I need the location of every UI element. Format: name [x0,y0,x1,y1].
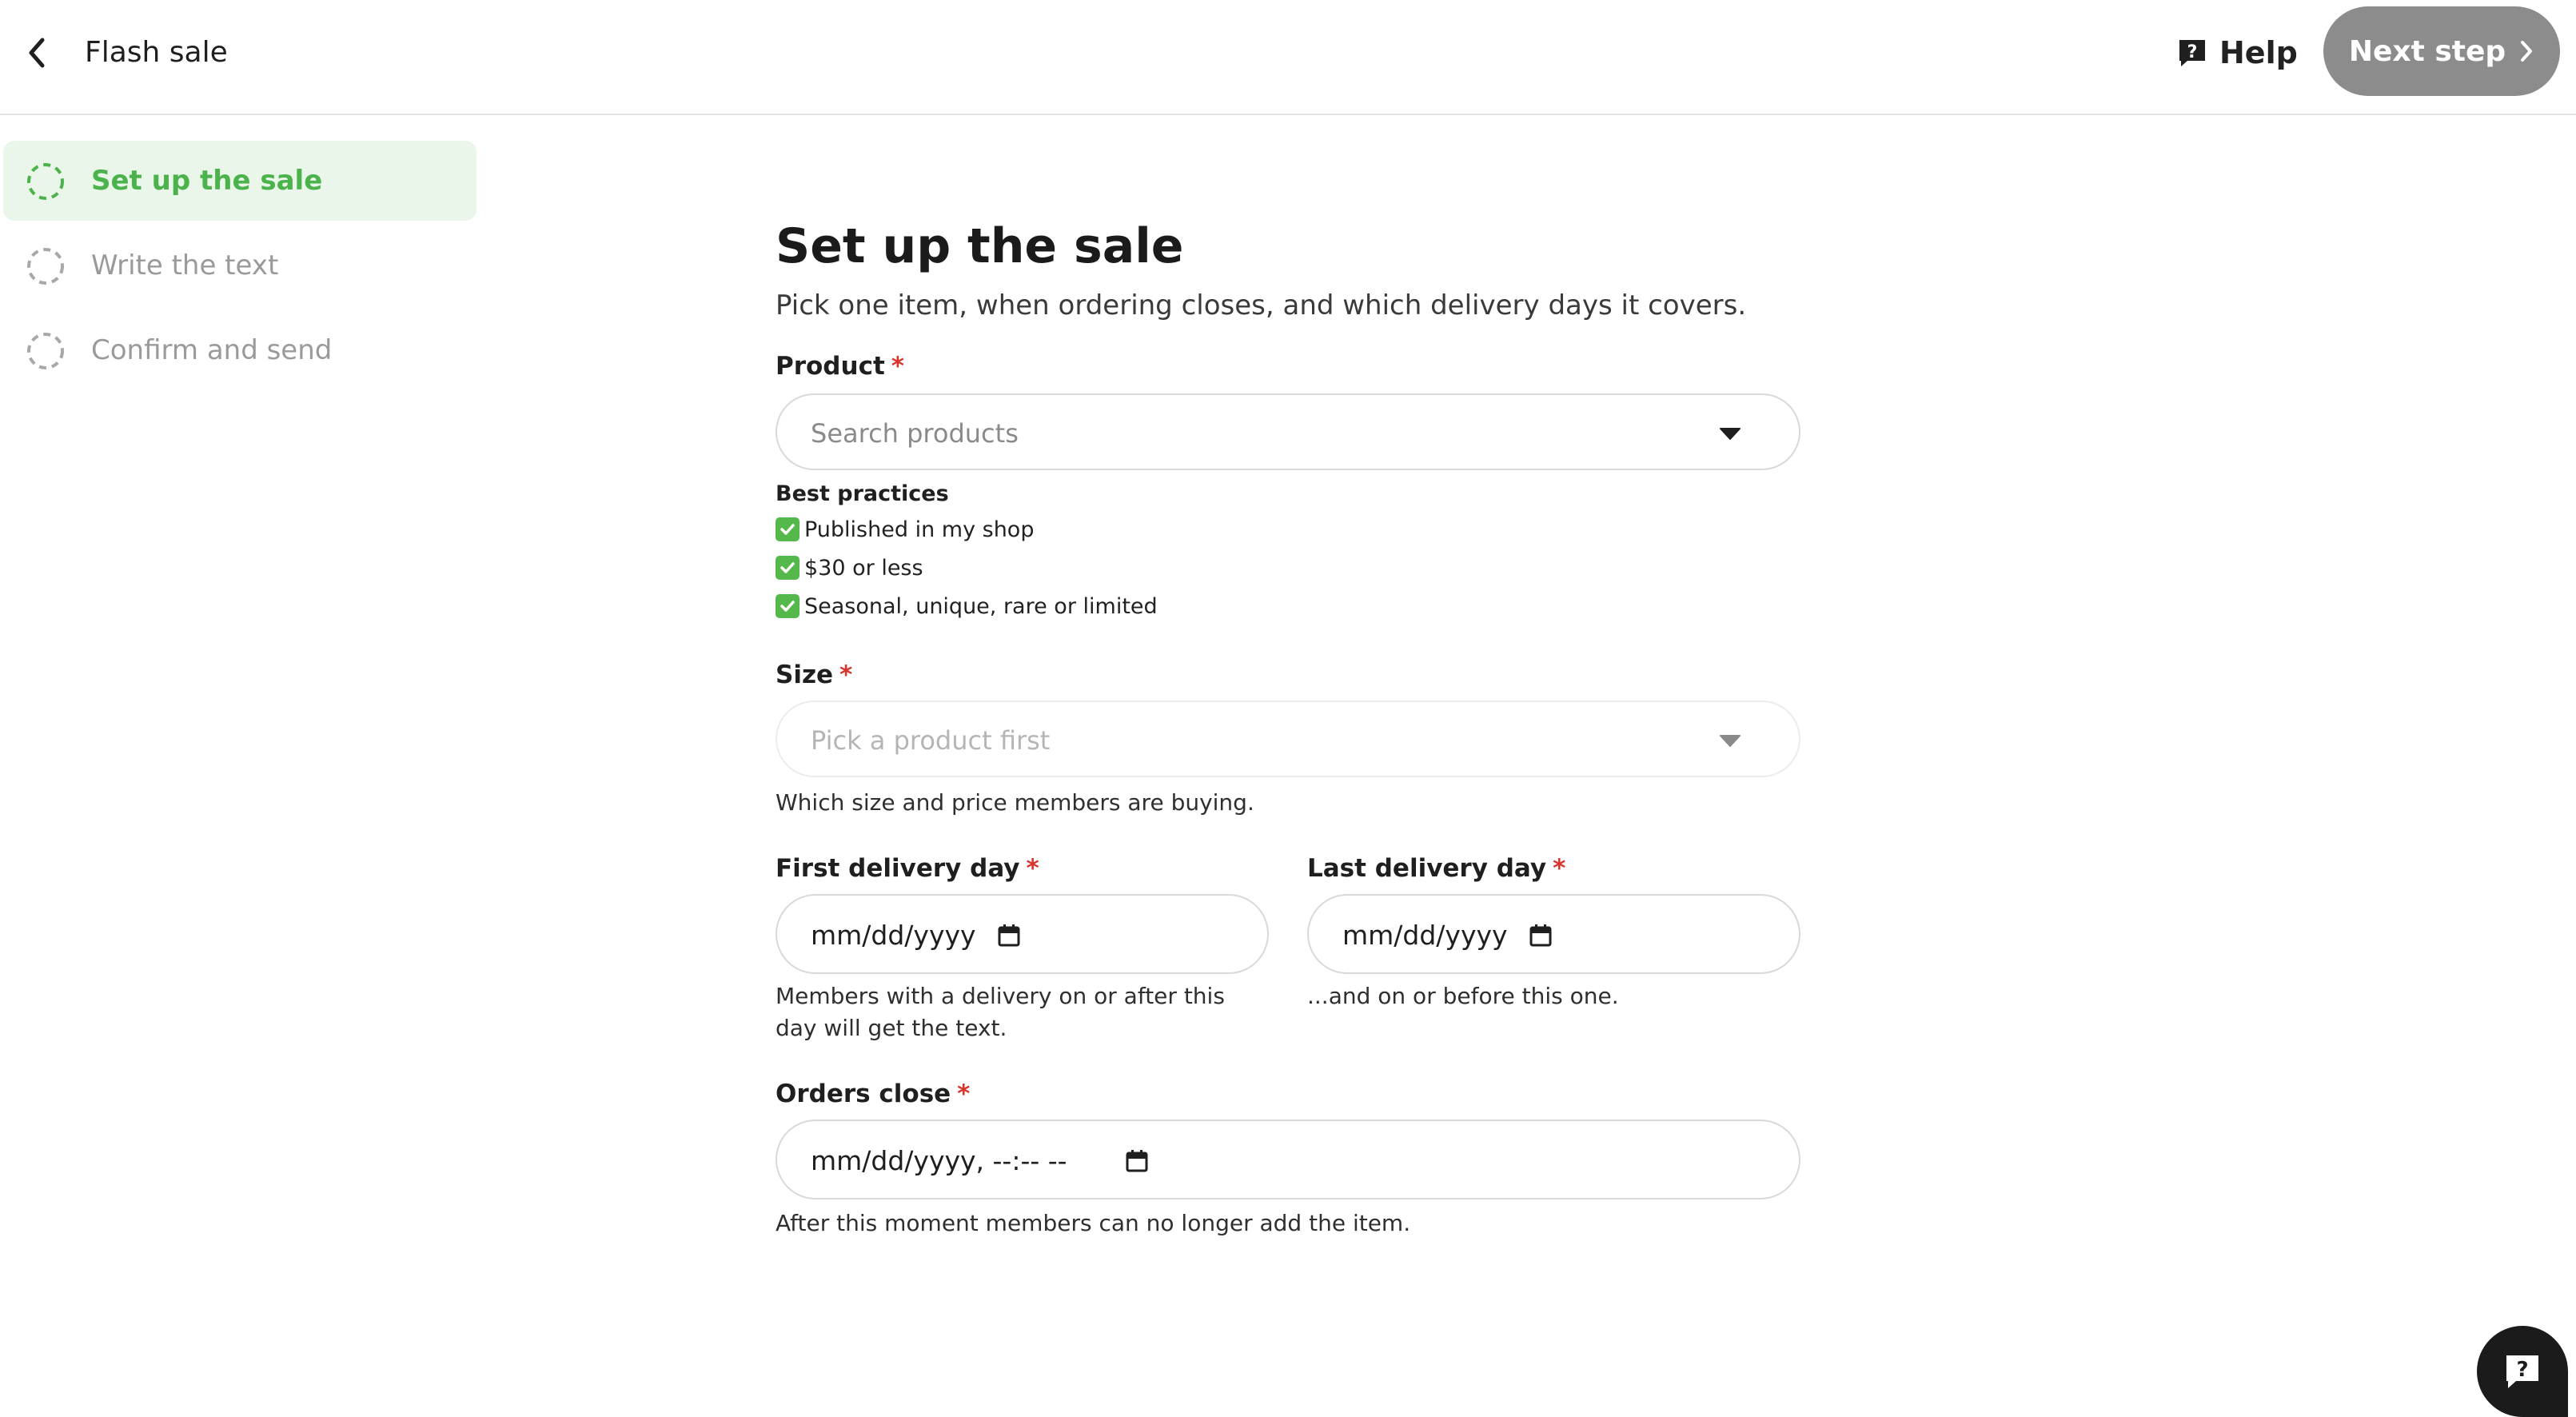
product-label: Product * [776,349,1800,384]
first-delivery-hint: Members with a delivery on or after this… [776,983,1225,1041]
chevron-right-icon [2521,41,2533,62]
check-mark-icon [776,556,800,580]
list-item: $30 or less [776,549,1800,587]
calendar-icon[interactable] [1528,923,1553,948]
first-delivery-label-text: First delivery day [776,854,1020,883]
first-delivery-field: First delivery day * mm/dd/yyyy Members w… [776,851,1269,1044]
step-set-up-the-sale[interactable]: Set up the sale [3,141,477,221]
last-delivery-hint: ...and on or before this one. [1307,983,1619,1009]
next-step-button[interactable]: Next step [2323,6,2560,96]
product-select-placeholder: Search products [811,418,1019,449]
step-write-the-text[interactable]: Write the text [3,226,477,305]
svg-text:?: ? [2187,42,2198,62]
page-header-title: Flash sale [85,36,228,69]
step-progress-circle-icon [27,333,64,369]
size-field: Size * Pick a product first Which size an… [776,657,1800,819]
first-delivery-date-input[interactable]: mm/dd/yyyy [776,894,1269,974]
step-confirm-and-send[interactable]: Confirm and send [3,310,477,390]
help-button[interactable]: ? Help [2176,29,2298,77]
required-marker: * [1026,854,1039,883]
calendar-icon[interactable] [1124,1148,1150,1174]
top-bar: Flash sale ? Help Next step [0,0,2576,115]
page-subtitle: Pick one item, when ordering closes, and… [776,289,1747,321]
orders-close-hint: After this moment members can no longer … [776,1210,1411,1236]
size-label: Size * [776,657,1800,693]
product-label-text: Product [776,352,885,381]
delivery-days-row: First delivery day * mm/dd/yyyy Members w… [776,851,1800,1044]
best-practice-text: $30 or less [804,555,923,581]
calendar-icon[interactable] [996,923,1022,948]
chevron-left-icon [29,38,45,68]
best-practice-text: Seasonal, unique, rare or limited [804,593,1158,619]
help-label: Help [2219,35,2298,70]
required-marker: * [1553,854,1566,883]
orders-close-datetime-input[interactable]: mm/dd/yyyy, --:-- -- [776,1120,1800,1199]
back-button[interactable] [16,32,58,74]
orders-close-field: Orders close * mm/dd/yyyy, --:-- -- After… [776,1076,1800,1239]
first-delivery-date-value: mm/dd/yyyy [811,920,976,951]
wizard-steps-sidebar: Set up the sale Write the text Confirm a… [0,141,480,395]
required-marker: * [839,661,853,689]
caret-down-icon [1720,735,1741,747]
size-select-placeholder: Pick a product first [811,725,1051,756]
last-delivery-date-input[interactable]: mm/dd/yyyy [1307,894,1800,974]
product-select[interactable]: Search products [776,393,1800,470]
step-progress-circle-icon [27,163,64,200]
last-delivery-label-text: Last delivery day [1307,854,1547,883]
best-practices-title: Best practices [776,481,949,506]
best-practices-list: Best practices Published in my shop $30 … [776,478,1800,625]
required-marker: * [891,352,904,381]
page-title: Set up the sale [776,218,1184,274]
last-delivery-field: Last delivery day * mm/dd/yyyy ...and on … [1307,851,1800,1044]
flash-sale-page: Flash sale ? Help Next step Set up the s… [0,0,2576,1417]
list-item: Seasonal, unique, rare or limited [776,587,1800,625]
required-marker: * [957,1080,971,1108]
help-icon: ? [2179,40,2205,66]
caret-down-icon [1720,428,1741,440]
step-label: Write the text [91,249,279,281]
check-mark-icon [776,594,800,618]
orders-close-datetime-value: mm/dd/yyyy, --:-- -- [811,1145,1067,1176]
orders-close-label-text: Orders close [776,1080,951,1108]
size-select[interactable]: Pick a product first [776,701,1800,777]
orders-close-label: Orders close * [776,1076,1800,1112]
last-delivery-label: Last delivery day * [1307,851,1800,886]
chat-help-icon: ? [2506,1355,2538,1388]
step-progress-circle-icon [27,248,64,285]
list-item: Published in my shop [776,510,1800,549]
next-step-label: Next step [2348,34,2506,68]
step-label: Confirm and send [91,334,333,366]
size-hint: Which size and price members are buying. [776,789,1254,816]
step-label: Set up the sale [91,165,323,197]
size-label-text: Size [776,661,834,689]
first-delivery-label: First delivery day * [776,851,1269,886]
support-chat-button[interactable]: ? [2477,1326,2568,1417]
last-delivery-date-value: mm/dd/yyyy [1342,920,1508,951]
check-mark-icon [776,517,800,541]
best-practice-text: Published in my shop [804,517,1035,542]
svg-text:?: ? [2516,1358,2528,1382]
sale-setup-form: Set up the sale Pick one item, when orde… [776,214,1800,1239]
product-field: Product * Search products [776,349,1800,470]
